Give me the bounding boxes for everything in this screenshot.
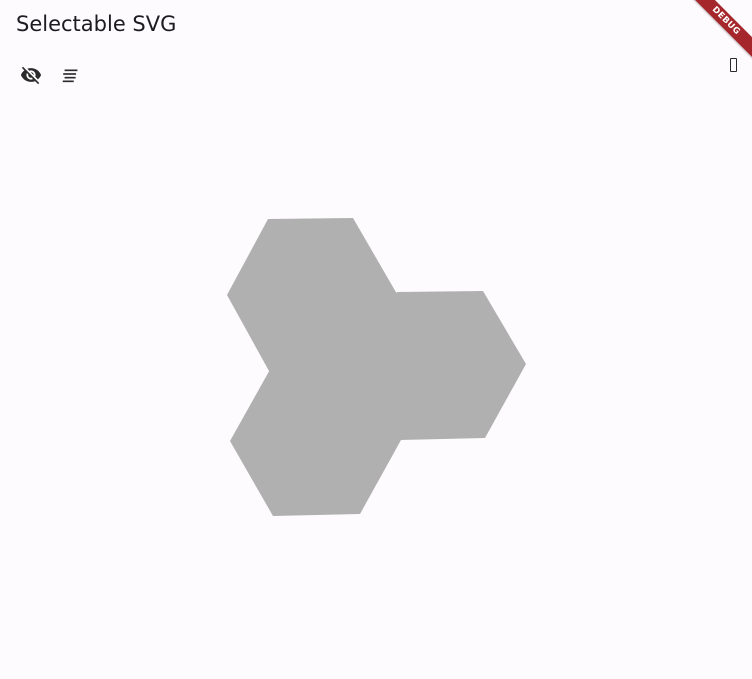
debug-ribbon-label: DEBUG xyxy=(688,0,752,60)
sort-button[interactable] xyxy=(56,58,86,92)
toolbar xyxy=(16,58,86,92)
svg-canvas xyxy=(0,100,752,679)
debug-banner: DEBUG xyxy=(688,0,752,64)
sort-lines-icon xyxy=(60,64,82,86)
placeholder-glyph xyxy=(726,54,740,76)
app-window: Selectable SVG DEBUG xyxy=(0,0,752,679)
visibility-off-icon xyxy=(20,64,42,86)
app-title: Selectable SVG xyxy=(16,12,177,36)
toggle-visibility-button[interactable] xyxy=(16,58,46,92)
